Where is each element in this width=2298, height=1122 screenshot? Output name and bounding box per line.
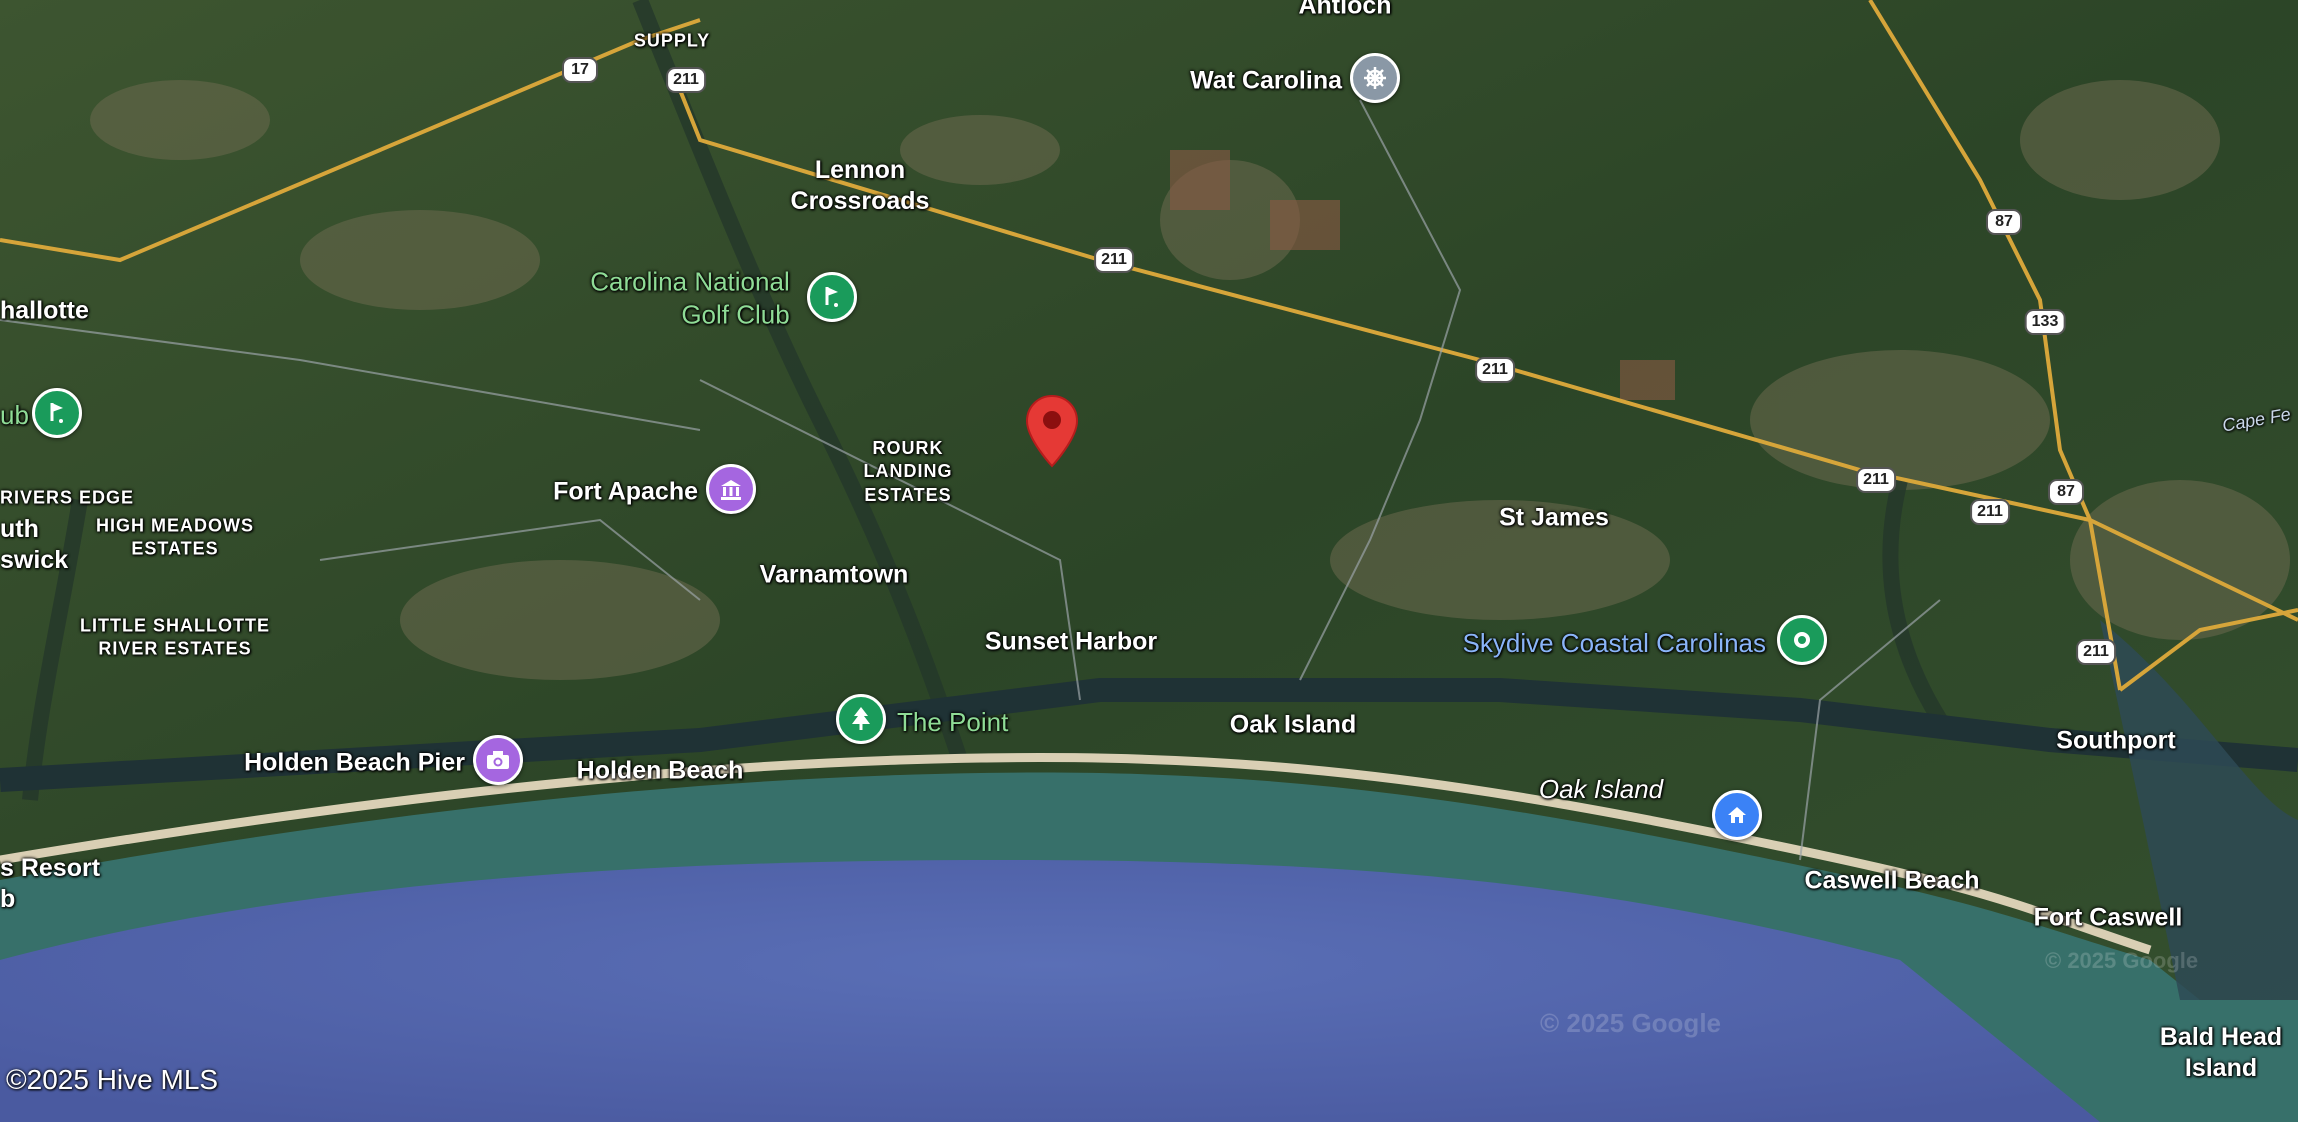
route-shield-us17: 17 [562, 57, 598, 83]
home-icon[interactable] [1712, 790, 1762, 840]
satellite-map[interactable]: © 2025 Google © 2025 Google 17 211 211 2… [0, 0, 2298, 1122]
place-label: uth swick [0, 514, 69, 574]
golf-icon[interactable] [32, 388, 82, 438]
place-label: Skydive Coastal Carolinas [1462, 627, 1766, 658]
tree-icon[interactable] [836, 694, 886, 744]
route-shield-211: 211 [1094, 247, 1134, 273]
place-label: LITTLE SHALLOTTE RIVER ESTATES [80, 615, 270, 659]
place-label: Caswell Beach [1804, 866, 1980, 895]
place-label: HIGH MEADOWS ESTATES [96, 515, 254, 559]
place-label: s Resort b [0, 853, 101, 913]
route-shield-87: 87 [2048, 479, 2084, 505]
place-label: Bald Head Island [2159, 1022, 2283, 1082]
golf-icon[interactable] [807, 272, 857, 322]
route-shield-211: 211 [2076, 639, 2116, 665]
place-label: Sunset Harbor [984, 627, 1158, 656]
place-label: Oak Island [1229, 710, 1357, 739]
red-location-pin-icon[interactable] [1025, 394, 1079, 468]
route-shield-87: 87 [1986, 209, 2022, 235]
place-label: ROURK LANDING ESTATES [863, 437, 953, 505]
place-label: Wat Carolina [1190, 66, 1342, 95]
place-label: Carolina National Golf Club [590, 266, 790, 330]
place-label: hallotte [0, 296, 89, 325]
place-label: Varnamtown [759, 560, 909, 589]
copyright-notice: ©2025 Hive MLS [6, 1064, 219, 1095]
place-label: Southport [2056, 726, 2176, 755]
place-label: The Point [897, 706, 1009, 737]
route-shield-133: 133 [2024, 309, 2066, 335]
place-label: SUPPLY [633, 30, 711, 51]
route-shield-211: 211 [666, 67, 706, 93]
place-label: Antioch [1298, 0, 1392, 20]
place-label: Holden Beach [576, 756, 744, 785]
map-imagery [0, 0, 2298, 1122]
camera-icon[interactable] [473, 735, 523, 785]
place-label: Lennon Crossroads [790, 155, 930, 215]
google-watermark: © 2025 Google [1540, 1008, 1721, 1038]
route-shield-211: 211 [1475, 357, 1515, 383]
place-label: St James [1499, 503, 1609, 532]
place-label: ub [0, 399, 29, 430]
place-label: Fort Apache [553, 477, 698, 506]
google-watermark: © 2025 Google [2045, 948, 2199, 973]
place-label: RIVERS EDGE [0, 487, 135, 508]
museum-icon[interactable] [706, 464, 756, 514]
place-label: Oak Island [1538, 773, 1664, 804]
place-label: Fort Caswell [2033, 903, 2183, 932]
location-dot-icon[interactable] [1777, 615, 1827, 665]
place-label: Holden Beach Pier [244, 748, 465, 777]
dharma-wheel-icon[interactable] [1350, 53, 1400, 103]
route-shield-211: 211 [1856, 467, 1896, 493]
route-shield-211: 211 [1970, 499, 2010, 525]
